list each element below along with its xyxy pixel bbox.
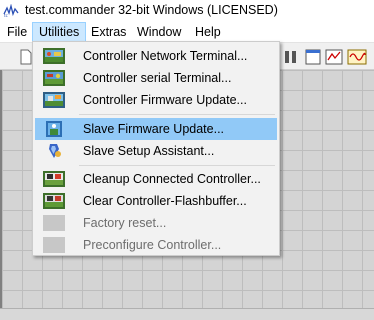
network-terminal-icon xyxy=(43,48,65,64)
menu-item-cleanup-connected-controller[interactable]: Cleanup Connected Controller... xyxy=(35,168,277,190)
toolbar-tool-icon[interactable] xyxy=(282,47,302,67)
menu-utilities[interactable]: Utilities xyxy=(32,22,87,42)
menu-item-controller-firmware-update[interactable]: Controller Firmware Update... xyxy=(35,89,277,111)
toolbar-chart-icon[interactable] xyxy=(324,47,344,67)
app-icon: tc xyxy=(3,4,19,18)
menu-item-label: Slave Firmware Update... xyxy=(83,122,225,136)
menu-item-label: Controller serial Terminal... xyxy=(83,71,232,85)
menu-item-slave-firmware-update[interactable]: Slave Firmware Update... xyxy=(35,118,277,140)
menu-item-clear-controller-flashbuffer[interactable]: Clear Controller-Flashbuffer... xyxy=(35,190,277,212)
title-bar: tc test.commander 32-bit Windows (LICENS… xyxy=(0,0,374,22)
menu-bar: File Utilities Extras Window Help xyxy=(0,22,374,42)
setup-assistant-icon xyxy=(49,144,61,158)
menu-item-controller-network-terminal[interactable]: Controller Network Terminal... xyxy=(35,45,277,67)
utilities-menu: Controller Network Terminal... Controlle… xyxy=(32,41,280,256)
toolbar-window-icon[interactable] xyxy=(303,47,323,67)
menu-item-label: Controller Network Terminal... xyxy=(83,49,248,63)
slave-firmware-icon xyxy=(46,121,62,137)
svg-text:tc: tc xyxy=(4,13,8,18)
menu-item-label: Preconfigure Controller... xyxy=(83,238,222,252)
serial-terminal-icon xyxy=(43,70,65,86)
menu-item-factory-reset[interactable]: Factory reset... xyxy=(35,212,277,234)
clear-flashbuffer-icon xyxy=(43,193,65,209)
cleanup-controller-icon xyxy=(43,171,65,187)
menu-separator xyxy=(79,165,275,166)
menu-item-label: Clear Controller-Flashbuffer... xyxy=(83,194,247,208)
controller-firmware-icon xyxy=(43,92,65,108)
menu-item-label: Slave Setup Assistant... xyxy=(83,144,215,158)
status-strip xyxy=(0,308,374,320)
menu-item-label: Cleanup Connected Controller... xyxy=(83,172,261,186)
menu-help[interactable]: Help xyxy=(189,22,227,42)
menu-file[interactable]: File xyxy=(1,22,33,42)
menu-item-controller-serial-terminal[interactable]: Controller serial Terminal... xyxy=(35,67,277,89)
preconfigure-icon xyxy=(43,237,65,253)
factory-reset-icon xyxy=(43,215,65,231)
menu-item-label: Controller Firmware Update... xyxy=(83,93,247,107)
toolbar-scope-icon[interactable] xyxy=(347,47,367,67)
menu-item-preconfigure-controller[interactable]: Preconfigure Controller... xyxy=(35,234,277,256)
menu-item-label: Factory reset... xyxy=(83,216,167,230)
window-title: test.commander 32-bit Windows (LICENSED) xyxy=(25,3,278,17)
menu-separator xyxy=(79,114,275,115)
menu-extras[interactable]: Extras xyxy=(85,22,132,42)
menu-window[interactable]: Window xyxy=(131,22,187,42)
menu-item-slave-setup-assistant[interactable]: Slave Setup Assistant... xyxy=(35,140,277,162)
